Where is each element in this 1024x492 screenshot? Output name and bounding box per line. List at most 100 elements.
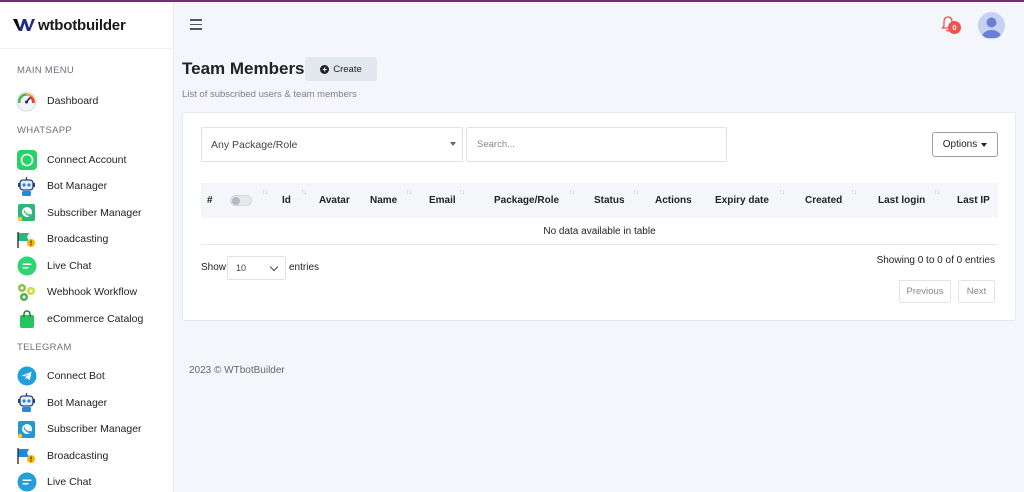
sidebar-item-connect-bot[interactable]: Connect Bot <box>0 363 173 390</box>
chat-bubble-icon <box>16 472 37 492</box>
sidebar-item-label: Broadcasting <box>47 233 109 246</box>
whatsapp-icon <box>16 149 37 170</box>
options-dropdown-button[interactable]: Options <box>932 132 998 157</box>
column-header-label: Package/Role <box>494 195 560 206</box>
column-header-name[interactable]: Name <box>370 183 397 218</box>
sidebar-item-label: Connect Bot <box>47 370 105 383</box>
package-role-select[interactable]: Any Package/Role <box>201 127 463 162</box>
team-members-card: Any Package/Role Options # ↑↓ Id ↑↓ Avat… <box>182 112 1016 321</box>
column-header-avatar[interactable]: Avatar <box>319 183 350 218</box>
select-all-toggle[interactable] <box>230 183 252 218</box>
page-length-select[interactable]: 10 <box>227 256 286 280</box>
page-subtitle: List of subscribed users & team members <box>182 89 357 100</box>
sidebar-item-bot-manager[interactable]: Bot Manager <box>0 173 173 200</box>
sidebar-item-ecommerce-catalog[interactable]: eCommerce Catalog <box>0 306 173 333</box>
caret-down-icon <box>450 142 456 146</box>
entries-label: entries <box>289 262 320 273</box>
column-header-expiry-date[interactable]: Expiry date <box>715 183 769 218</box>
table-header: # ↑↓ Id ↑↓ Avatar Name ↑↓ Email ↑↓ Packa… <box>201 183 998 218</box>
plus-circle-icon: + <box>320 64 330 74</box>
user-avatar[interactable] <box>978 12 1005 39</box>
sidebar-item-connect-account[interactable]: Connect Account <box>0 147 173 174</box>
sidebar-item-label: Webhook Workflow <box>47 286 138 299</box>
sidebar-item-label: eCommerce Catalog <box>47 312 144 325</box>
sidebar-item-broadcasting[interactable]: Broadcasting <box>0 226 173 253</box>
brand[interactable]: wtbotbuilder <box>0 2 173 49</box>
sort-arrows-icon[interactable]: ↑↓ <box>406 189 412 196</box>
sidebar-item-telegram-subscriber-manager[interactable]: Subscriber Manager <box>0 416 173 443</box>
column-header-label: Last IP <box>957 195 990 206</box>
column-header-package-role[interactable]: Package/Role <box>494 183 559 218</box>
hamburger-menu-icon[interactable] <box>190 19 202 30</box>
column-header-label: Name <box>370 195 398 206</box>
notification-badge: 0 <box>948 21 961 34</box>
create-button-label: Create <box>333 63 362 75</box>
shopping-bag-icon <box>16 308 37 329</box>
sidebar-item-telegram-broadcasting[interactable]: Broadcasting <box>0 443 173 470</box>
sidebar-item-label: Bot Manager <box>47 396 108 409</box>
section-title-whatsapp: WHATSAPP <box>17 125 73 136</box>
sidebar-item-subscriber-manager[interactable]: Subscriber Manager <box>0 200 173 227</box>
column-header-actions: Actions <box>655 183 692 218</box>
chat-bubble-icon <box>16 255 37 276</box>
table-info: Showing 0 to 0 of 0 entries <box>876 255 995 266</box>
sidebar-item-dashboard[interactable]: Dashboard <box>0 88 173 115</box>
user-avatar-icon <box>981 17 1002 38</box>
sort-arrows-icon[interactable]: ↑↓ <box>934 189 940 196</box>
sidebar-item-label: Subscriber Manager <box>47 206 142 219</box>
column-header-email[interactable]: Email <box>429 183 456 218</box>
previous-button[interactable]: Previous <box>899 280 951 303</box>
column-header-label: Email <box>429 195 456 206</box>
sort-arrows-icon[interactable]: ↑↓ <box>262 189 268 196</box>
create-button[interactable]: + Create <box>305 57 377 81</box>
toggle-switch[interactable] <box>230 195 252 206</box>
column-header-status[interactable]: Status <box>594 183 625 218</box>
column-header-label: # <box>207 195 213 206</box>
topbar: 0 <box>175 2 1024 49</box>
sidebar-item-label: Broadcasting <box>47 449 109 462</box>
column-header-index: # <box>207 183 213 218</box>
column-header-label: Last login <box>878 195 926 206</box>
sort-arrows-icon[interactable]: ↑↓ <box>851 189 857 196</box>
subscriber-phone-icon <box>16 419 37 440</box>
sort-arrows-icon[interactable]: ↑↓ <box>301 189 307 196</box>
sort-arrows-icon[interactable]: ↑↓ <box>459 189 465 196</box>
package-role-select-value: Any Package/Role <box>211 138 298 151</box>
dashboard-gauge-icon <box>16 91 37 112</box>
caret-down-icon <box>981 142 988 147</box>
webhook-icon <box>16 282 37 303</box>
column-header-last-ip[interactable]: Last IP <box>957 183 990 218</box>
sort-arrows-icon[interactable]: ↑↓ <box>633 189 639 196</box>
brand-name: wtbotbuilder <box>38 16 126 34</box>
sidebar-item-label: Subscriber Manager <box>47 423 142 436</box>
sidebar-item-label: Bot Manager <box>47 180 108 193</box>
sidebar-item-label: Connect Account <box>47 153 127 166</box>
next-button[interactable]: Next <box>958 280 995 303</box>
section-title-main-menu: MAIN MENU <box>17 64 75 76</box>
sidebar-item-telegram-bot-manager[interactable]: Bot Manager <box>0 390 173 417</box>
sidebar-item-label: Dashboard <box>47 95 99 108</box>
column-header-label: Actions <box>655 195 692 206</box>
column-header-label: Created <box>805 195 843 206</box>
show-label: Show <box>201 262 227 273</box>
options-button-label: Options <box>942 139 978 150</box>
broadcast-flag-icon <box>16 229 37 250</box>
column-header-created[interactable]: Created <box>805 183 842 218</box>
column-header-label: Expiry date <box>715 195 769 206</box>
column-header-label: Status <box>594 195 625 206</box>
table-empty-row: No data available in table <box>201 218 998 245</box>
subscriber-phone-icon <box>16 202 37 223</box>
column-header-id[interactable]: Id <box>282 183 291 218</box>
search-input[interactable] <box>466 127 727 162</box>
column-header-last-login[interactable]: Last login <box>878 183 925 218</box>
column-header-label: Id <box>282 195 291 206</box>
sidebar-item-telegram-live-chat[interactable]: Live Chat <box>0 469 173 492</box>
sidebar-item-live-chat[interactable]: Live Chat <box>0 253 173 280</box>
sort-arrows-icon[interactable]: ↑↓ <box>569 189 575 196</box>
robot-icon <box>16 176 37 197</box>
sidebar: wtbotbuilder MAIN MENU Dashboard WHATSAP… <box>0 2 174 492</box>
robot-icon <box>16 392 37 413</box>
chevron-down-icon <box>269 262 279 272</box>
sort-arrows-icon[interactable]: ↑↓ <box>779 189 785 196</box>
sidebar-item-webhook-workflow[interactable]: Webhook Workflow <box>0 279 173 306</box>
